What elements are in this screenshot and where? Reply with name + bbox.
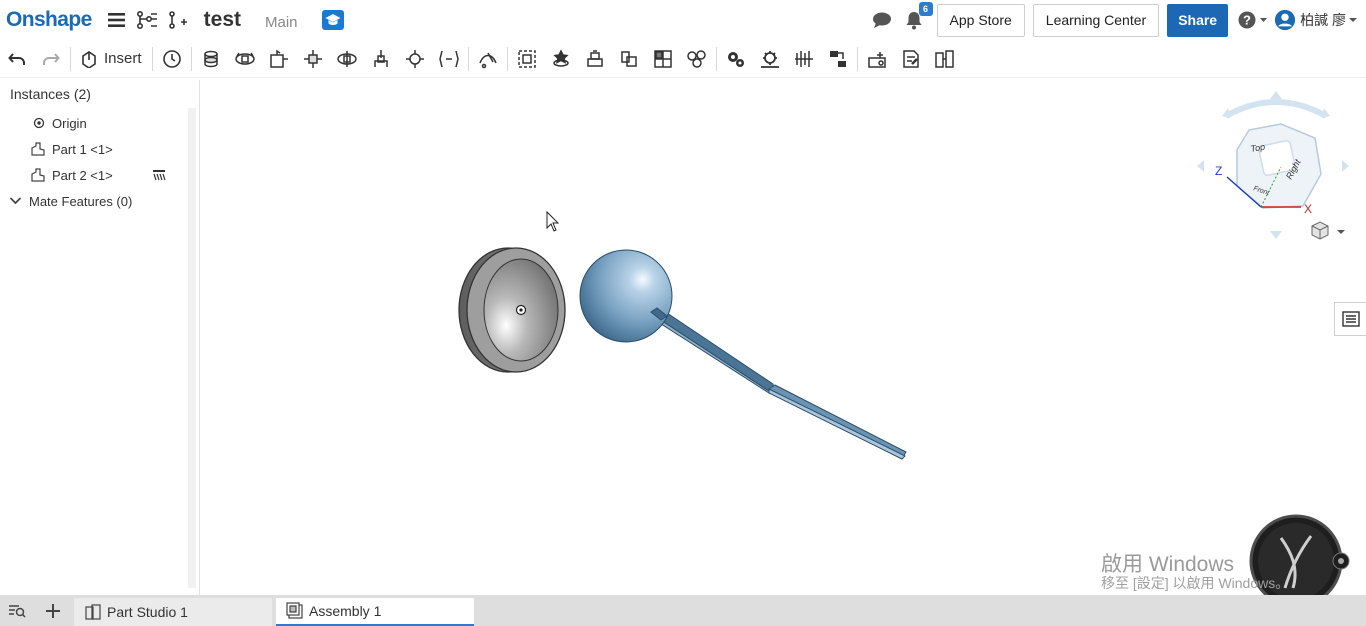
insert-label: Insert bbox=[104, 50, 142, 67]
part-icon bbox=[31, 168, 45, 182]
notification-badge: 6 bbox=[918, 2, 933, 16]
learning-center-button[interactable]: Learning Center bbox=[1032, 3, 1160, 37]
ball-mate-icon[interactable] bbox=[398, 42, 432, 76]
gear-relation-icon[interactable] bbox=[719, 42, 753, 76]
menu-icon[interactable] bbox=[106, 9, 128, 31]
replicate-icon[interactable] bbox=[578, 42, 612, 76]
instances-title: Instances (2) bbox=[10, 86, 91, 102]
tree-item-label: Origin bbox=[52, 115, 87, 131]
notifications-icon[interactable]: 6 bbox=[903, 2, 933, 31]
part-studio-icon bbox=[85, 604, 101, 620]
explode-icon[interactable] bbox=[680, 42, 714, 76]
tree-item-label: Part 2 <1> bbox=[52, 167, 113, 183]
mate-connector-icon[interactable] bbox=[544, 42, 578, 76]
onshape-logo[interactable]: Onshape bbox=[6, 8, 92, 32]
mouse-cursor-icon bbox=[546, 210, 560, 232]
tab-label: Assembly 1 bbox=[309, 603, 382, 619]
add-tab-icon[interactable] bbox=[36, 595, 70, 626]
graphics-viewport[interactable]: Top Right Front Z X 啟用 Windows 移至 [設定] 以… bbox=[201, 80, 1366, 595]
toolbar-divider bbox=[506, 46, 508, 71]
version-graph-icon[interactable] bbox=[136, 9, 158, 31]
linear-relation-icon[interactable] bbox=[821, 42, 855, 76]
top-header: Onshape test Main 6 App Store Learning C… bbox=[0, 0, 1366, 40]
assembly-toolbar: Insert bbox=[0, 40, 1366, 78]
slider-mate-icon[interactable] bbox=[262, 42, 296, 76]
fastened-mate-icon[interactable] bbox=[194, 42, 228, 76]
planar-mate-icon[interactable] bbox=[296, 42, 330, 76]
mirror-icon[interactable] bbox=[612, 42, 646, 76]
toolbar-divider bbox=[190, 46, 192, 71]
tangent-mate-icon[interactable] bbox=[471, 42, 505, 76]
tab-assembly-1[interactable]: Assembly 1 bbox=[276, 598, 474, 626]
document-title[interactable]: test bbox=[204, 8, 241, 32]
rack-pinion-icon[interactable] bbox=[753, 42, 787, 76]
measure-icon[interactable] bbox=[860, 42, 894, 76]
part-icon bbox=[31, 142, 45, 156]
windows-activation-subtitle: 移至 [設定] 以啟用 Windows。 bbox=[1101, 575, 1290, 591]
toolbar-divider bbox=[70, 46, 71, 71]
app-store-button[interactable]: App Store bbox=[936, 3, 1025, 37]
undo-icon[interactable] bbox=[0, 42, 34, 76]
pattern-icon[interactable] bbox=[646, 42, 680, 76]
comments-icon[interactable] bbox=[871, 9, 893, 31]
section-view-icon[interactable] bbox=[894, 42, 928, 76]
user-name[interactable]: 柏諴 廖 bbox=[1300, 10, 1346, 30]
cylindrical-mate-icon[interactable] bbox=[330, 42, 364, 76]
toolbar-divider bbox=[715, 46, 717, 71]
tab-manager-icon[interactable] bbox=[0, 595, 34, 626]
tree-item-part-1[interactable]: Part 1 <1> bbox=[30, 138, 113, 160]
fixed-icon[interactable] bbox=[152, 169, 166, 181]
pin-slot-mate-icon[interactable] bbox=[364, 42, 398, 76]
axis-z-label: Z bbox=[1215, 164, 1222, 178]
share-button[interactable]: Share bbox=[1167, 3, 1229, 37]
toolbar-divider bbox=[151, 46, 153, 71]
tab-label: Part Studio 1 bbox=[107, 604, 188, 620]
axis-x-label: X bbox=[1304, 202, 1312, 216]
chevron-down-icon[interactable] bbox=[9, 196, 22, 206]
part-2-ball-stick[interactable] bbox=[579, 249, 907, 460]
branch-add-icon[interactable] bbox=[166, 9, 188, 31]
named-positions-icon[interactable] bbox=[928, 42, 962, 76]
list-panel-icon bbox=[1341, 311, 1360, 327]
svg-text:?: ? bbox=[1243, 13, 1251, 28]
insert-button[interactable]: Insert bbox=[73, 42, 150, 76]
help-icon[interactable]: ? bbox=[1238, 9, 1268, 31]
toolbar-divider bbox=[467, 46, 469, 71]
tab-part-studio-1[interactable]: Part Studio 1 bbox=[74, 598, 272, 626]
revolute-mate-icon[interactable] bbox=[228, 42, 262, 76]
group-icon[interactable] bbox=[510, 42, 544, 76]
assembly-icon bbox=[286, 602, 303, 619]
tree-item-mate-features[interactable]: Mate Features (0) bbox=[9, 190, 132, 212]
tree-item-label: Part 1 <1> bbox=[52, 141, 113, 157]
toolbar-divider bbox=[856, 46, 858, 71]
view-cube[interactable]: Top Right Front Z X bbox=[1197, 91, 1349, 239]
redo-icon[interactable] bbox=[34, 42, 68, 76]
origin-icon bbox=[33, 117, 45, 129]
tree-item-origin[interactable]: Origin bbox=[32, 112, 87, 134]
render-mode-cube-icon[interactable] bbox=[1311, 221, 1345, 240]
education-cap-icon[interactable] bbox=[321, 10, 344, 30]
user-menu-chevron-icon[interactable] bbox=[1346, 9, 1360, 31]
tree-item-part-2[interactable]: Part 2 <1> bbox=[30, 164, 170, 186]
panel-scrollbar[interactable] bbox=[188, 108, 196, 588]
tree-item-label: Mate Features (0) bbox=[29, 193, 133, 209]
parallel-mate-icon[interactable] bbox=[432, 42, 466, 76]
user-avatar-icon[interactable] bbox=[1274, 9, 1296, 31]
part-1-cup[interactable] bbox=[458, 247, 566, 373]
tab-bar: Part Studio 1 Assembly 1 bbox=[0, 595, 1366, 626]
screw-relation-icon[interactable] bbox=[787, 42, 821, 76]
history-clock-icon[interactable] bbox=[155, 42, 189, 76]
instance-list-panel: Instances (2) Origin Part 1 <1> Part 2 <… bbox=[0, 80, 200, 595]
feature-panel-toggle-button[interactable] bbox=[1334, 302, 1366, 336]
workspace-name[interactable]: Main bbox=[265, 14, 298, 31]
model-canvas[interactable]: Top Right Front Z X bbox=[201, 80, 1366, 595]
